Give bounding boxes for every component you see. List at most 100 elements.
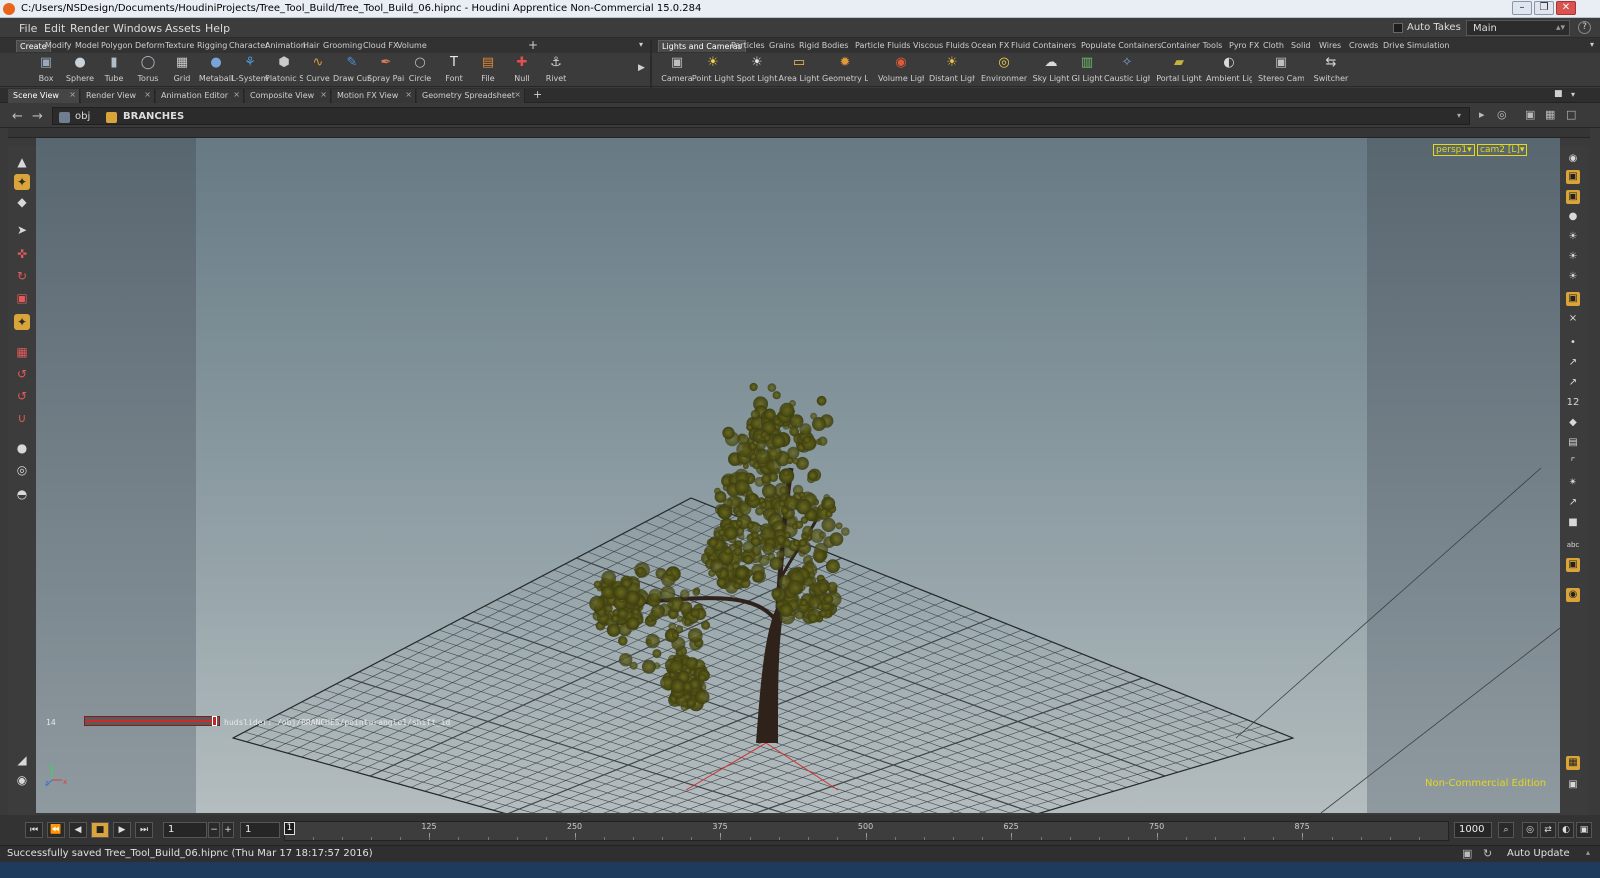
pane-tab-composite-view[interactable]: Composite View × [245, 89, 331, 103]
shelf-tool-sphere[interactable]: ● Sphere [61, 55, 99, 87]
play-reverse-button[interactable]: ◀ [69, 822, 87, 838]
close-tab-icon[interactable]: × [320, 90, 327, 99]
global-animation-options-icon[interactable]: ▣ [1576, 822, 1592, 838]
menu-help[interactable]: Help [205, 22, 230, 35]
snapshot-icon[interactable]: ▣ [1566, 778, 1580, 792]
shelf-tab-texture[interactable]: Texture [162, 40, 197, 52]
menu-windows[interactable]: Windows [113, 22, 162, 35]
menu-edit[interactable]: Edit [44, 22, 65, 35]
headlight-icon[interactable]: ☀ [1566, 250, 1580, 264]
close-button[interactable]: ✕ [1556, 1, 1576, 15]
handle-display-icon[interactable]: ↗ [1566, 496, 1580, 510]
menu-assets[interactable]: Assets [165, 22, 201, 35]
shelf-tool-point-light[interactable]: ☀ Point Light [690, 55, 736, 87]
path-root[interactable]: obj [75, 111, 90, 122]
shelf-tool-null[interactable]: ✚ Null [503, 55, 541, 87]
shelf-tab-crowds[interactable]: Crowds [1346, 40, 1381, 52]
add-pane-tab-icon[interactable]: + [533, 88, 542, 101]
minimize-button[interactable]: – [1512, 1, 1532, 15]
close-tab-icon[interactable]: × [514, 90, 521, 99]
pane-tab-animation-editor[interactable]: Animation Editor × [156, 89, 244, 103]
step-back-button[interactable]: ⏪ [47, 822, 65, 838]
shelf-tool-circle[interactable]: ○ Circle [401, 55, 439, 87]
current-frame-field[interactable]: 1 [240, 822, 280, 838]
close-tab-icon[interactable]: × [233, 90, 240, 99]
close-tab-icon[interactable]: × [69, 90, 76, 99]
shelf-tool-torus[interactable]: ◯ Torus [129, 55, 167, 87]
update-mode-icon[interactable]: ↻ [1483, 847, 1492, 860]
shelf-tool-draw-curve[interactable]: ✎ Draw Curve [333, 55, 371, 87]
close-tab-icon[interactable]: × [144, 90, 151, 99]
link-icon[interactable]: ◎ [1497, 108, 1507, 121]
shelf-tab-populate-containers[interactable]: Populate Containers [1078, 40, 1165, 52]
frame-decrement-button[interactable]: − [208, 822, 220, 838]
shelf-menu-left-icon[interactable]: ▾ [639, 40, 643, 49]
scene-viewport[interactable]: z y x persp1▾ cam2 [L]▾ 14 hudslider: /o… [36, 138, 1560, 813]
menu-file[interactable]: File [19, 22, 37, 35]
menu-render[interactable]: Render [70, 22, 109, 35]
auto-update-select[interactable]: Auto Update [1507, 848, 1570, 859]
uv-icon[interactable]: ▤ [1566, 436, 1580, 450]
shelf-scroll-right-icon[interactable]: ▶ [638, 63, 645, 73]
rotate-tool-icon[interactable]: ↻ [14, 268, 30, 284]
shelf-tab-modify[interactable]: Modify [42, 40, 75, 52]
shelf-tool-switcher[interactable]: ⇆ Switcher [1308, 55, 1354, 87]
prim-number-icon[interactable]: ◆ [1566, 416, 1580, 430]
point-display-icon[interactable]: • [1566, 336, 1580, 350]
display-options-icon[interactable]: ▦ [1545, 108, 1555, 121]
view-options-icon[interactable]: ▣ [1525, 108, 1535, 121]
render-icon[interactable]: ◉ [14, 772, 30, 788]
audio-icon[interactable]: ◐ [1558, 822, 1574, 838]
shelf-tool-font[interactable]: T Font [435, 55, 473, 87]
normal-display-icon[interactable]: ↗ [1566, 356, 1580, 370]
shelf-tab-polygon[interactable]: Polygon [98, 40, 135, 52]
add-shelf-tab-left-icon[interactable]: + [528, 38, 538, 52]
lock-camera-icon[interactable]: ▣ [1566, 170, 1580, 184]
handle-tool-icon[interactable]: ▲ [14, 154, 30, 170]
close-tab-icon[interactable]: × [405, 90, 412, 99]
shelf-tool-stereo-cam[interactable]: ▣ Stereo Cam... [1258, 55, 1304, 87]
zoom-timeline-icon[interactable]: ⌕ [1498, 822, 1514, 838]
shelf-tab-particle-fluids[interactable]: Particle Fluids [852, 40, 913, 52]
shelf-tool-box[interactable]: ▣ Box [27, 55, 65, 87]
info-icon[interactable]: ◉ [1566, 588, 1580, 602]
shelf-tab-grains[interactable]: Grains [766, 40, 798, 52]
shelf-tab-pyro-fx[interactable]: Pyro FX [1226, 40, 1262, 52]
shelf-menu-right-icon[interactable]: ▾ [1590, 40, 1594, 49]
render-region-icon[interactable]: ◓ [14, 486, 30, 502]
geometry-display-icon[interactable]: ■ [1566, 516, 1580, 530]
shelf-tool-area-light[interactable]: ▭ Area Light [776, 55, 822, 87]
text-display-icon[interactable]: abc [1566, 538, 1580, 552]
pin-icon[interactable]: ▸ [1479, 108, 1485, 121]
shelf-tab-drive-simulation[interactable]: Drive Simulation [1380, 40, 1452, 52]
shelf-tab-grooming[interactable]: Grooming [320, 40, 365, 52]
shelf-tool-platonic-sol[interactable]: ⬢ Platonic Sol... [265, 55, 303, 87]
paint-tool-icon[interactable]: ◆ [14, 194, 30, 210]
shelf-tool-ambient-lig[interactable]: ◐ Ambient Lig... [1206, 55, 1252, 87]
loop-icon[interactable]: ⇄ [1540, 822, 1556, 838]
stop-button[interactable]: ■ [91, 822, 109, 838]
shelf-tab-rigging[interactable]: Rigging [194, 40, 230, 52]
current-frame-marker[interactable]: 1 [284, 822, 295, 835]
shelf-tool-portal-light[interactable]: ▰ Portal Light [1156, 55, 1202, 87]
pane-tab-geometry-spreadsheet[interactable]: Geometry Spreadsheet × [417, 89, 525, 103]
shelf-tool-caustic-light[interactable]: ✧ Caustic Light [1104, 55, 1150, 87]
timeline-ruler[interactable]: 125 250 375 500 625 750 875 1 [284, 821, 1449, 841]
shelf-tab-container-tools[interactable]: Container Tools [1158, 40, 1225, 52]
shelf-tab-volume[interactable]: Volume [394, 40, 430, 52]
pane-tab-motion-fx-view[interactable]: Motion FX View × [332, 89, 416, 103]
shelf-tool-volume-light[interactable]: ◉ Volume Light [878, 55, 924, 87]
pane-tab-render-view[interactable]: Render View × [81, 89, 155, 103]
background-icon[interactable]: ▣ [1566, 292, 1580, 306]
shelf-tab-particles[interactable]: Particles [728, 40, 768, 52]
cam2-camera-menu[interactable]: cam2 [L]▾ [1477, 144, 1528, 156]
hud-slider-track[interactable] [84, 716, 220, 726]
move-tool-icon[interactable]: ✜ [14, 246, 30, 262]
handle-select-icon[interactable]: ✦ [14, 314, 30, 330]
pane-layout-icon[interactable]: ■ [1554, 89, 1563, 99]
snap-display-icon[interactable]: ✴ [1566, 476, 1580, 490]
jump-end-button[interactable]: ⏭ [135, 822, 153, 838]
chat-icon[interactable]: ▣ [1462, 847, 1472, 860]
shelf-tab-wires[interactable]: Wires [1316, 40, 1344, 52]
shelf-tool-distant-light[interactable]: ☀ Distant Light [929, 55, 975, 87]
